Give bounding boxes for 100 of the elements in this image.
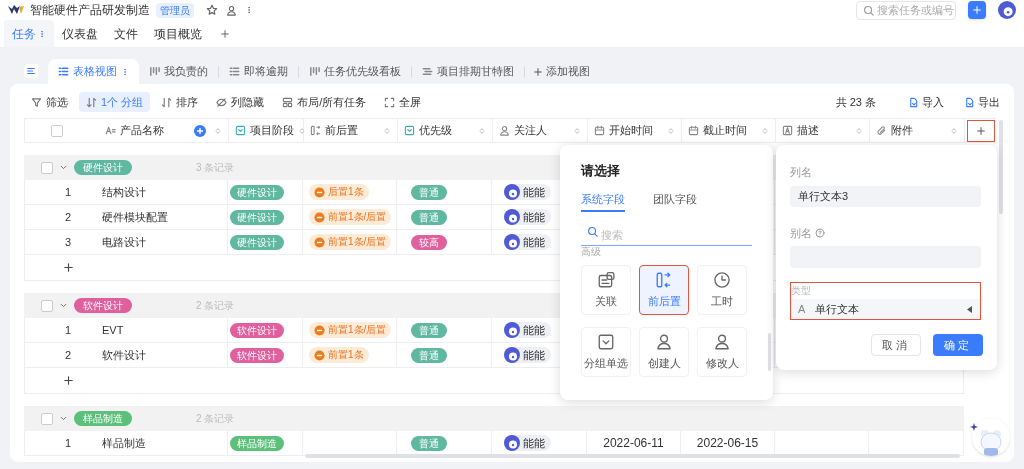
avatar-icon[interactable] <box>998 1 1016 19</box>
column-header[interactable]: 项目阶段 <box>229 119 304 142</box>
clock-icon <box>713 270 731 289</box>
column-header[interactable]: 优先级 <box>398 119 493 142</box>
field-label: 别名 <box>790 225 812 241</box>
column-header[interactable]: 描述 <box>776 119 870 142</box>
avatar-icon <box>504 234 520 250</box>
nav-tab[interactable]: 文件 <box>106 20 146 47</box>
search-field[interactable]: 搜索 <box>581 225 752 246</box>
export-button[interactable]: 导出 <box>964 93 1000 111</box>
add-circle-icon[interactable] <box>194 124 206 137</box>
watcher-chip: 能能 <box>504 346 551 364</box>
create-button[interactable] <box>968 1 986 19</box>
popup-title: 请选择 <box>581 162 621 180</box>
toolbar-button[interactable]: 列隐藏 <box>209 92 272 112</box>
sort-icon <box>214 126 222 135</box>
avatar-icon <box>504 209 520 225</box>
column-header[interactable]: 截止时间 <box>682 119 776 142</box>
checkbox[interactable] <box>41 299 53 312</box>
add-row-button[interactable] <box>63 262 74 273</box>
plus-icon <box>975 125 986 136</box>
add-view-button[interactable]: 添加视图 <box>525 59 598 84</box>
row-number: 2 <box>63 347 73 363</box>
toolbar-button[interactable]: 1个 分组 <box>79 92 151 112</box>
import-button[interactable]: 导入 <box>908 93 944 111</box>
sort-icon <box>573 126 581 135</box>
toolbar-button[interactable]: 排序 <box>154 92 206 112</box>
stage-tag: 硬件设计 <box>230 184 284 200</box>
column-header[interactable]: 产品名称 <box>105 122 222 139</box>
column-name-field[interactable]: 单行文本3 <box>790 185 981 207</box>
field-option[interactable]: 关联 <box>581 265 631 315</box>
field-option[interactable]: 创建人 <box>639 327 689 377</box>
nav-tab[interactable]: 项目概览 <box>146 20 210 47</box>
caret-icon <box>967 305 973 313</box>
priority-tag: 普通 <box>411 209 447 225</box>
row-number: 3 <box>63 234 73 250</box>
dependency-tag: 前置1条/后置 <box>309 234 392 250</box>
sort-icon <box>478 126 486 135</box>
more-icon <box>38 28 46 39</box>
field-option[interactable]: 修改人 <box>697 327 747 377</box>
column-header[interactable]: 前后置 <box>304 119 398 142</box>
watcher-chip: 能能 <box>504 434 551 452</box>
toolbar-button[interactable]: 筛选 <box>24 92 75 112</box>
view-tab[interactable]: 表格视图 <box>48 59 139 84</box>
sort-icon <box>761 126 769 135</box>
task-name: 样品制造 <box>102 435 146 451</box>
group-icon <box>86 96 97 108</box>
view-tab[interactable]: 即将逾期 <box>219 59 298 84</box>
person-icon <box>655 332 673 351</box>
horizontal-scrollbar[interactable] <box>305 454 960 458</box>
fullscreen-icon <box>384 96 396 108</box>
add-row-button[interactable] <box>63 375 74 386</box>
toolbar-button[interactable]: 全屏 <box>377 92 429 112</box>
view-tab[interactable]: 项目排期甘特图 <box>412 59 524 84</box>
gantt-icon <box>422 66 433 77</box>
description-icon <box>782 125 793 136</box>
field-option[interactable]: 前后置 <box>639 265 689 315</box>
column-header[interactable]: 关注人 <box>493 119 588 142</box>
chevron-down-icon <box>59 163 68 172</box>
role-badge: 管理员 <box>156 2 194 18</box>
watcher-chip: 能能 <box>504 321 551 339</box>
cancel-button[interactable]: 取消 <box>871 334 921 356</box>
checkbox[interactable] <box>41 412 53 425</box>
stage-tag: 硬件设计 <box>230 234 284 250</box>
nav-tab[interactable]: 仪表盘 <box>54 20 106 47</box>
column-header[interactable]: 附件 <box>870 119 965 142</box>
field-option[interactable]: 工时 <box>697 265 747 315</box>
field-label: 列名 <box>790 165 813 180</box>
filter-icon <box>31 96 42 108</box>
sort-icon <box>383 126 391 135</box>
dependency-tag: 前置1条 <box>309 347 369 363</box>
select-field-icon <box>404 125 415 136</box>
checkbox[interactable] <box>41 161 53 174</box>
field-option[interactable]: 分组单选 <box>581 327 631 377</box>
avatar-icon <box>504 435 520 451</box>
sort-icon <box>667 126 675 135</box>
sort-icon <box>950 126 958 135</box>
dependency-icon <box>655 270 673 289</box>
calendar-icon <box>594 125 605 136</box>
eye-off-icon <box>216 96 228 108</box>
menu-button[interactable] <box>24 64 38 78</box>
add-column-button[interactable] <box>966 119 995 142</box>
select-field-icon <box>235 125 246 136</box>
priority-tag: 普通 <box>411 184 447 200</box>
sort-icon <box>298 126 306 135</box>
group-tag: 软件设计 <box>74 298 132 313</box>
column-header[interactable]: 开始时间 <box>588 119 682 142</box>
field-tab[interactable]: 团队字段 <box>653 190 697 212</box>
field-tab[interactable]: 系统字段 <box>581 190 625 212</box>
view-tab[interactable]: 任务优先级看板 <box>299 59 411 84</box>
group-tag: 样品制造 <box>74 411 132 426</box>
confirm-button[interactable]: 确定 <box>933 334 983 356</box>
sparkle-icon <box>970 423 978 431</box>
nav-tab[interactable]: 任务 <box>4 20 54 47</box>
task-name: 结构设计 <box>102 184 146 200</box>
toolbar-button[interactable]: 布局/所有任务 <box>275 92 374 112</box>
total-count: 共 23 条 <box>835 94 876 110</box>
view-tab[interactable]: 我负责的 <box>139 59 218 84</box>
dependency-tag: 前置1条/后置 <box>309 209 392 225</box>
checkbox[interactable] <box>51 124 63 137</box>
